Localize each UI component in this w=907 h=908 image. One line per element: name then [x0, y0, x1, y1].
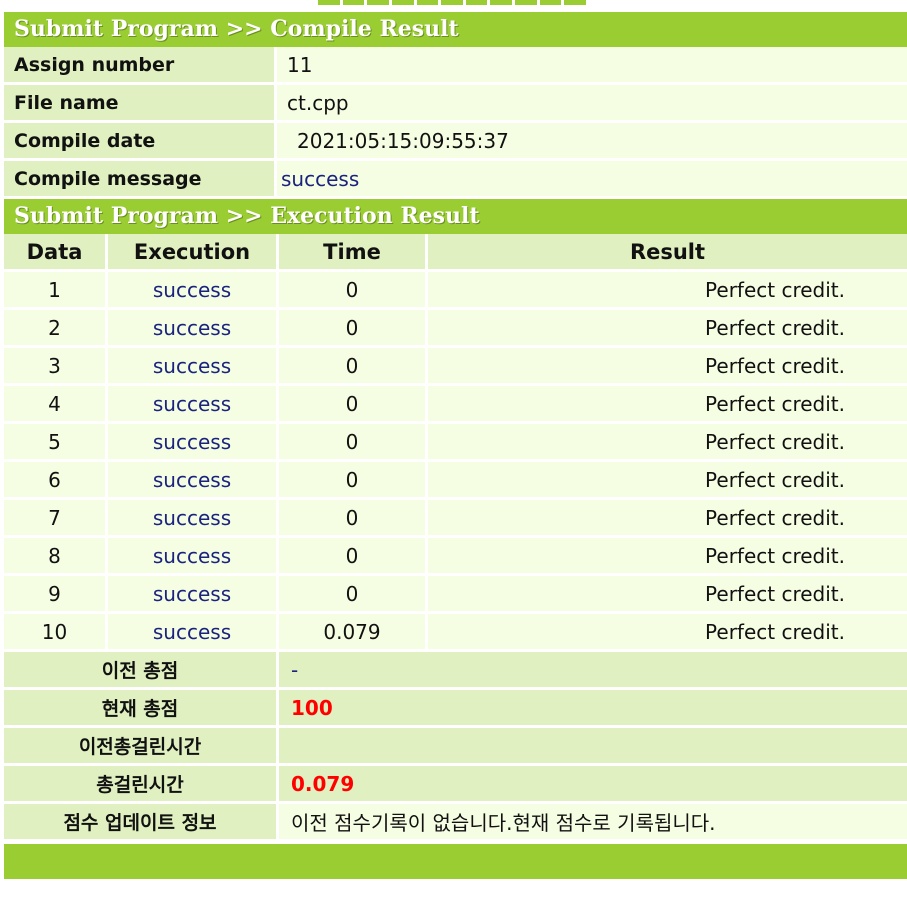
execution-cell: success: [108, 348, 279, 386]
data-cell: 9: [4, 576, 108, 614]
table-row: 4 success 0 Perfect credit.: [4, 386, 907, 424]
table-header-row: Data Execution Time Result: [4, 234, 907, 272]
time-cell: 0: [279, 462, 428, 500]
footer-bar: [4, 844, 907, 879]
execution-cell: success: [108, 424, 279, 462]
column-header-execution: Execution: [108, 234, 279, 272]
time-cell: 0: [279, 576, 428, 614]
execution-cell: success: [108, 500, 279, 538]
previous-total-label: 이전 총점: [4, 652, 279, 690]
time-cell: 0: [279, 538, 428, 576]
table-row: 현재 총점 100: [4, 690, 907, 728]
table-row: 6 success 0 Perfect credit.: [4, 462, 907, 500]
time-cell: 0: [279, 348, 428, 386]
table-row: 9 success 0 Perfect credit.: [4, 576, 907, 614]
time-cell: 0: [279, 424, 428, 462]
assign-number-label: Assign number: [4, 47, 277, 85]
result-cell: Perfect credit.: [428, 614, 907, 652]
table-row: 8 success 0 Perfect credit.: [4, 538, 907, 576]
result-cell: Perfect credit.: [428, 576, 907, 614]
table-row: 2 success 0 Perfect credit.: [4, 310, 907, 348]
table-row: Compile date 2021:05:15:09:55:37: [4, 123, 907, 161]
score-summary-table: 이전 총점 - 현재 총점 100 이전총걸린시간 총걸린시간 0.079 점수…: [4, 652, 907, 842]
compile-info-table: Assign number 11 File name ct.cpp Compil…: [4, 47, 907, 199]
current-total-value: 100: [279, 690, 907, 728]
column-header-data: Data: [4, 234, 108, 272]
compile-message-value: success: [277, 161, 907, 199]
compile-result-header: Submit Program >> Compile Result: [4, 12, 907, 47]
column-header-result: Result: [428, 234, 907, 272]
table-row: 이전총걸린시간: [4, 728, 907, 766]
table-row: 7 success 0 Perfect credit.: [4, 500, 907, 538]
data-cell: 4: [4, 386, 108, 424]
time-cell: 0: [279, 500, 428, 538]
table-row: 1 success 0 Perfect credit.: [4, 272, 907, 310]
result-cell: Perfect credit.: [428, 348, 907, 386]
data-cell: 8: [4, 538, 108, 576]
table-row: 이전 총점 -: [4, 652, 907, 690]
current-total-label: 현재 총점: [4, 690, 279, 728]
total-time-label: 총걸린시간: [4, 766, 279, 804]
table-row: File name ct.cpp: [4, 85, 907, 123]
execution-cell: success: [108, 538, 279, 576]
data-cell: 6: [4, 462, 108, 500]
file-name-label: File name: [4, 85, 277, 123]
result-panel: Submit Program >> Compile Result Assign …: [4, 12, 907, 879]
total-time-value: 0.079: [279, 766, 907, 804]
table-row: Compile message success: [4, 161, 907, 199]
score-update-info-label: 점수 업데이트 정보: [4, 804, 279, 842]
assign-number-value: 11: [277, 47, 907, 85]
time-cell: 0: [279, 272, 428, 310]
execution-cell: success: [108, 386, 279, 424]
time-cell: 0: [279, 386, 428, 424]
execution-cell: success: [108, 576, 279, 614]
time-cell: 0.079: [279, 614, 428, 652]
result-cell: Perfect credit.: [428, 386, 907, 424]
table-row: 10 success 0.079 Perfect credit.: [4, 614, 907, 652]
execution-rows: 1 success 0 Perfect credit. 2 success 0 Perfect…: [4, 272, 907, 652]
previous-total-time-label: 이전총걸린시간: [4, 728, 279, 766]
result-cell: Perfect credit.: [428, 500, 907, 538]
table-row: 점수 업데이트 정보 이전 점수기록이 없습니다.현재 점수로 기록됩니다.: [4, 804, 907, 842]
table-row: 총걸린시간 0.079: [4, 766, 907, 804]
execution-cell: success: [108, 272, 279, 310]
data-cell: 2: [4, 310, 108, 348]
data-cell: 3: [4, 348, 108, 386]
table-row: Assign number 11: [4, 47, 907, 85]
execution-cell: success: [108, 310, 279, 348]
data-cell: 1: [4, 272, 108, 310]
execution-table: Data Execution Time Result 1 success 0 Perf…: [4, 234, 907, 652]
result-cell: Perfect credit.: [428, 538, 907, 576]
execution-cell: success: [108, 462, 279, 500]
time-cell: 0: [279, 310, 428, 348]
previous-total-time-value: [279, 728, 907, 766]
top-decoration: [318, 0, 587, 5]
data-cell: 5: [4, 424, 108, 462]
data-cell: 7: [4, 500, 108, 538]
table-row: 3 success 0 Perfect credit.: [4, 348, 907, 386]
execution-cell: success: [108, 614, 279, 652]
previous-total-value: -: [279, 652, 907, 690]
data-cell: 10: [4, 614, 108, 652]
file-name-value: ct.cpp: [277, 85, 907, 123]
result-cell: Perfect credit.: [428, 310, 907, 348]
column-header-time: Time: [279, 234, 428, 272]
table-row: 5 success 0 Perfect credit.: [4, 424, 907, 462]
execution-result-header: Submit Program >> Execution Result: [4, 199, 907, 234]
compile-date-label: Compile date: [4, 123, 277, 161]
result-cell: Perfect credit.: [428, 424, 907, 462]
result-cell: Perfect credit.: [428, 462, 907, 500]
result-cell: Perfect credit.: [428, 272, 907, 310]
score-update-info-value: 이전 점수기록이 없습니다.현재 점수로 기록됩니다.: [279, 804, 907, 842]
compile-message-label: Compile message: [4, 161, 277, 199]
compile-date-value: 2021:05:15:09:55:37: [277, 123, 907, 161]
